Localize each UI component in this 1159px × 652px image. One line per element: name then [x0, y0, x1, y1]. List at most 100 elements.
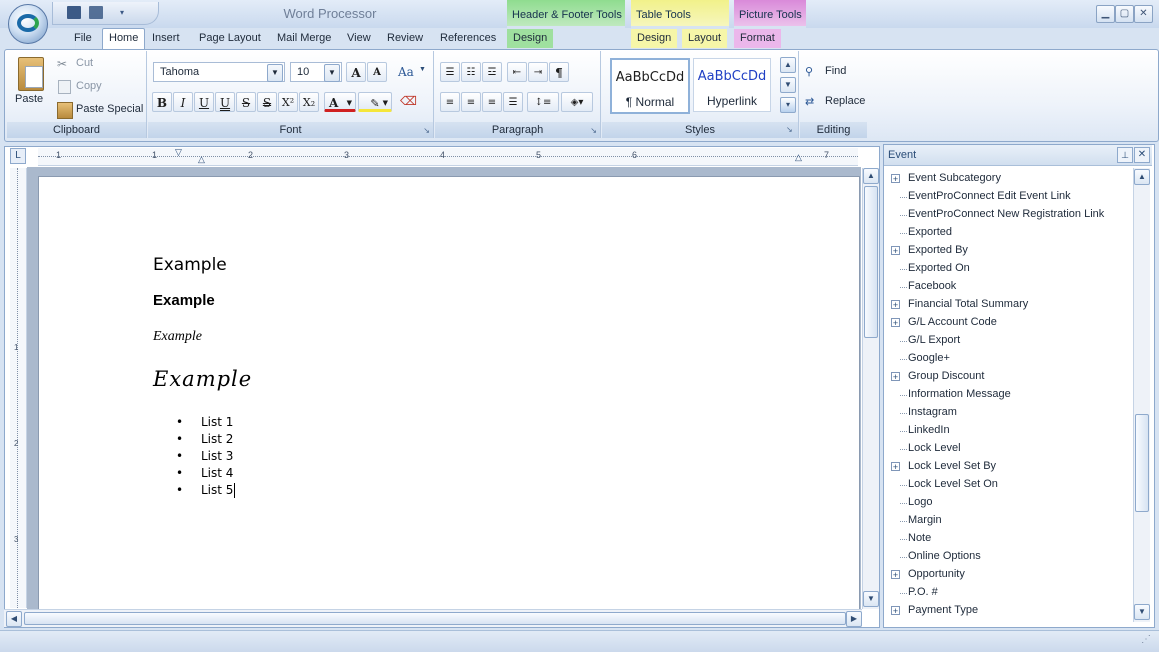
tab-selector-icon[interactable]: L: [10, 148, 26, 164]
italic-button[interactable]: I: [173, 92, 193, 112]
close-pane-icon[interactable]: ✕: [1134, 147, 1150, 163]
tab-view[interactable]: View: [341, 29, 377, 48]
scroll-down-icon[interactable]: ▼: [1134, 604, 1150, 620]
scroll-left-icon[interactable]: ◀: [6, 611, 22, 627]
vertical-ruler[interactable]: 1 2 3: [10, 168, 27, 608]
styles-dialog-launcher-icon[interactable]: ↘: [786, 125, 793, 134]
chevron-down-icon[interactable]: ▼: [267, 64, 283, 82]
line-spacing-icon[interactable]: ↕≡: [527, 92, 559, 112]
font-color-button[interactable]: A ▼: [324, 92, 356, 112]
document-horizontal-scrollbar[interactable]: ◀ ▶: [4, 609, 862, 627]
binoculars-icon[interactable]: ⚲: [805, 65, 813, 78]
strikethrough-button[interactable]: S: [236, 92, 256, 112]
example-text-bold[interactable]: Example: [153, 292, 215, 309]
tab-insert[interactable]: Insert: [146, 29, 186, 48]
justify-icon[interactable]: ☰: [503, 92, 523, 112]
minimize-button[interactable]: ▁: [1096, 5, 1115, 23]
paste-special-icon[interactable]: [57, 102, 73, 119]
multilevel-list-icon[interactable]: ☲: [482, 62, 502, 82]
chevron-down-icon[interactable]: ▼: [419, 66, 426, 73]
tab-references[interactable]: References: [434, 29, 502, 48]
list-item[interactable]: • List 4: [176, 466, 233, 480]
copy-button[interactable]: Copy: [76, 80, 102, 92]
tab-review[interactable]: Review: [381, 29, 429, 48]
vertical-scroll-thumb[interactable]: [864, 186, 878, 338]
grow-font-button[interactable]: A: [346, 62, 366, 82]
style-normal[interactable]: AaBbCcDd ¶ Normal: [610, 58, 690, 114]
replace-button[interactable]: Replace: [825, 95, 865, 107]
first-line-indent-marker-icon[interactable]: ▽: [175, 147, 182, 158]
horizontal-ruler[interactable]: 1 1 2 3 4 5 6 7 ▽ △ △: [38, 147, 858, 166]
scroll-up-icon[interactable]: ▲: [1134, 169, 1150, 185]
copy-icon[interactable]: [58, 80, 71, 94]
shrink-font-button[interactable]: A: [367, 62, 387, 82]
list-item[interactable]: • List 1: [176, 415, 233, 429]
list-item[interactable]: • List 3: [176, 449, 233, 463]
align-right-icon[interactable]: ≡: [482, 92, 502, 112]
pin-icon[interactable]: ⊥: [1117, 147, 1133, 163]
font-name-combo[interactable]: Tahoma ▼: [153, 62, 285, 82]
chevron-down-icon[interactable]: ▼: [324, 64, 340, 82]
expand-icon[interactable]: +: [891, 606, 900, 616]
chevron-down-icon[interactable]: ▼: [383, 93, 388, 113]
numbering-icon[interactable]: ☷: [461, 62, 481, 82]
list-item[interactable]: • List 2: [176, 432, 233, 446]
expand-icon[interactable]: +: [891, 300, 900, 310]
paragraph-dialog-launcher-icon[interactable]: ↘: [590, 126, 597, 135]
style-hyperlink[interactable]: AaBbCcDd Hyperlink: [693, 58, 771, 112]
save-icon[interactable]: [67, 6, 81, 19]
double-strikethrough-button[interactable]: S: [257, 92, 277, 112]
horizontal-scroll-thumb[interactable]: [24, 612, 846, 625]
document-vertical-scrollbar[interactable]: ▲ ▼: [862, 168, 879, 609]
expand-icon[interactable]: +: [891, 372, 900, 382]
double-underline-button[interactable]: U: [215, 92, 235, 112]
paste-special-button[interactable]: Paste Special: [76, 103, 143, 115]
save-all-icon[interactable]: [89, 6, 103, 19]
show-formatting-marks-button[interactable]: ¶: [549, 62, 569, 82]
expand-icon[interactable]: +: [891, 570, 900, 580]
tab-hf-design[interactable]: Design: [507, 29, 554, 48]
tab-table-design[interactable]: Design: [631, 29, 678, 48]
styles-more-icon[interactable]: ▾: [780, 97, 796, 113]
align-center-icon[interactable]: ≡: [461, 92, 481, 112]
clear-formatting-icon[interactable]: ⌫: [400, 94, 417, 108]
right-indent-marker-icon[interactable]: △: [795, 152, 802, 163]
list-item[interactable]: • List 5: [176, 483, 236, 498]
pane-scroll-thumb[interactable]: [1135, 414, 1149, 512]
scroll-down-icon[interactable]: ▼: [863, 591, 879, 607]
replace-icon[interactable]: ⇄: [805, 95, 814, 108]
find-button[interactable]: Find: [825, 65, 846, 77]
tab-file[interactable]: File: [68, 29, 98, 48]
styles-scroll-down-icon[interactable]: ▼: [780, 77, 796, 93]
chevron-down-icon[interactable]: ▼: [347, 93, 352, 113]
subscript-button[interactable]: X₂: [299, 92, 319, 112]
tab-home[interactable]: Home: [102, 28, 146, 50]
close-button[interactable]: ✕: [1134, 5, 1153, 23]
expand-icon[interactable]: +: [891, 246, 900, 256]
expand-icon[interactable]: +: [891, 174, 900, 184]
document-page[interactable]: [38, 176, 860, 610]
resize-grip-icon[interactable]: ⋰: [1141, 634, 1151, 645]
font-dialog-launcher-icon[interactable]: ↘: [423, 126, 430, 135]
highlight-button[interactable]: ✎ ▼: [358, 92, 392, 112]
app-menu-button[interactable]: [8, 4, 48, 44]
styles-scroll-up-icon[interactable]: ▲: [780, 57, 796, 73]
tab-page-layout[interactable]: Page Layout: [193, 29, 267, 48]
tab-picture-format[interactable]: Format: [734, 29, 781, 48]
increase-indent-icon[interactable]: ⇥: [528, 62, 548, 82]
cut-icon[interactable]: ✂: [57, 57, 71, 71]
maximize-button[interactable]: ▢: [1115, 5, 1134, 23]
scroll-right-icon[interactable]: ▶: [846, 611, 862, 627]
tab-mail-merge[interactable]: Mail Merge: [271, 29, 337, 48]
example-text-sans[interactable]: Example: [153, 255, 227, 275]
font-size-combo[interactable]: 10 ▼: [290, 62, 342, 82]
align-left-icon[interactable]: ≡: [440, 92, 460, 112]
change-case-button[interactable]: Aa: [398, 65, 414, 79]
bullets-icon[interactable]: ☰: [440, 62, 460, 82]
cut-button[interactable]: Cut: [76, 57, 93, 69]
paste-icon[interactable]: [18, 57, 44, 91]
bold-button[interactable]: B: [152, 92, 172, 112]
pane-vertical-scrollbar[interactable]: ▲ ▼: [1133, 168, 1150, 622]
tab-table-layout[interactable]: Layout: [682, 29, 728, 48]
customize-qat-icon[interactable]: ▾: [115, 6, 129, 19]
